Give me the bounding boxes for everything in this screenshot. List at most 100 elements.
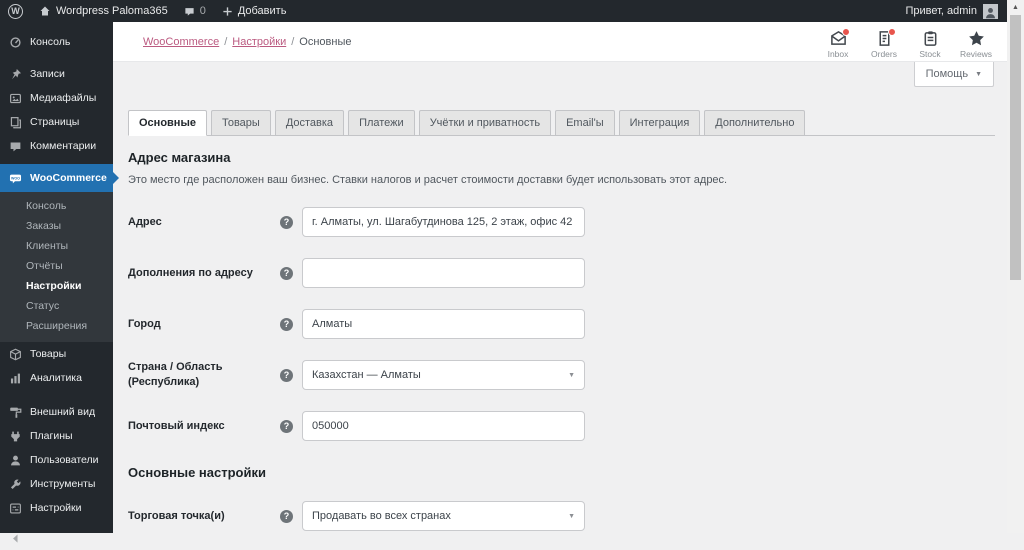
account-greeting[interactable]: Привет, admin: [905, 5, 977, 17]
selling-location-select[interactable]: Продавать во всех странах ▼: [302, 501, 585, 531]
plugin-icon: [9, 430, 22, 443]
comments-bubble-button[interactable]: 0: [176, 0, 214, 22]
sidebar-item-comments[interactable]: Комментарии: [0, 134, 113, 158]
sidebar-item-media[interactable]: Медиафайлы: [0, 86, 113, 110]
add-new-label: Добавить: [238, 5, 287, 17]
activity-orders-button[interactable]: Orders: [861, 24, 907, 59]
postcode-label: Почтовый индекс: [128, 419, 280, 434]
help-tip-icon[interactable]: ?: [280, 369, 293, 382]
activity-label: Reviews: [960, 49, 992, 59]
submenu-item-customers[interactable]: Клиенты: [0, 236, 113, 256]
country-label: Страна / Область (Республика): [128, 360, 280, 390]
help-button[interactable]: Помощь ▼: [914, 62, 994, 87]
admin-bar: W Wordpress Paloma365 0 Добавить Привет,…: [0, 0, 1007, 22]
pages-icon: [9, 116, 22, 129]
chevron-down-icon: ▼: [975, 71, 982, 78]
city-label: Город: [128, 317, 280, 332]
sidebar-item-tools[interactable]: Инструменты: [0, 472, 113, 496]
sidebar-item-label: Записи: [30, 68, 65, 80]
wordpress-menu-button[interactable]: W: [0, 0, 31, 22]
tab-emails[interactable]: Email'ы: [555, 110, 615, 136]
unread-dot: [888, 28, 896, 36]
pin-icon: [9, 68, 22, 81]
tab-accounts-privacy[interactable]: Учётки и приватность: [419, 110, 551, 136]
scrollbar-thumb[interactable]: [1010, 15, 1021, 280]
tab-advanced[interactable]: Дополнительно: [704, 110, 805, 136]
form-row-address-2: Дополнения по адресу ?: [128, 258, 995, 288]
help-tip-icon[interactable]: ?: [280, 267, 293, 280]
sidebar-item-dashboard[interactable]: Консоль: [0, 30, 113, 54]
tab-products[interactable]: Товары: [211, 110, 271, 136]
breadcrumb-separator: /: [224, 36, 227, 48]
home-icon: [39, 5, 51, 17]
sidebar-item-woocommerce[interactable]: WOO WooCommerce: [0, 164, 113, 192]
scrollbar-up-arrow[interactable]: ▲: [1007, 0, 1024, 15]
help-tip-icon[interactable]: ?: [280, 216, 293, 229]
postcode-input[interactable]: [302, 411, 585, 441]
sidebar-item-label: Товары: [30, 348, 66, 360]
activity-inbox-button[interactable]: Inbox: [815, 24, 861, 59]
comment-icon: [184, 6, 195, 17]
breadcrumb-settings-link[interactable]: Настройки: [232, 36, 286, 48]
bar-chart-icon: [9, 372, 22, 385]
activity-reviews-button[interactable]: Reviews: [953, 24, 999, 59]
form-row-country: Страна / Область (Республика) ? Казахста…: [128, 360, 995, 390]
wrench-icon: [9, 478, 22, 491]
site-name-link[interactable]: Wordpress Paloma365: [31, 0, 176, 22]
activity-label: Orders: [871, 49, 897, 59]
submenu-item-status[interactable]: Статус: [0, 296, 113, 316]
store-address-description: Это место где расположен ваш бизнес. Ста…: [128, 174, 995, 186]
submenu-item-settings[interactable]: Настройки: [0, 276, 113, 296]
country-select[interactable]: Казахстан — Алматы ▼: [302, 360, 585, 390]
sidebar-item-posts[interactable]: Записи: [0, 62, 113, 86]
sidebar-item-label: Консоль: [30, 36, 70, 48]
submenu-item-home[interactable]: Консоль: [0, 196, 113, 216]
avatar[interactable]: [983, 4, 998, 19]
sidebar-item-users[interactable]: Пользователи: [0, 448, 113, 472]
page-scrollbar[interactable]: ▲: [1007, 0, 1024, 533]
tab-general[interactable]: Основные: [128, 110, 207, 136]
main-content: WooCommerce / Настройки / Основные Inbox…: [113, 22, 1007, 533]
woocommerce-submenu: Консоль Заказы Клиенты Отчёты Настройки …: [0, 192, 113, 342]
submenu-item-extensions[interactable]: Расширения: [0, 316, 113, 336]
address-2-input[interactable]: [302, 258, 585, 288]
wc-admin-header: WooCommerce / Настройки / Основные Inbox…: [113, 22, 1007, 62]
user-icon: [9, 454, 22, 467]
sidebar-item-label: Аналитика: [30, 372, 82, 384]
sidebar-item-label: Плагины: [30, 430, 73, 442]
breadcrumb-separator: /: [291, 36, 294, 48]
store-address-heading: Адрес магазина: [128, 150, 995, 165]
help-tip-icon[interactable]: ?: [280, 318, 293, 331]
city-input[interactable]: [302, 309, 585, 339]
activity-panel: Inbox Orders Stock Reviews: [815, 24, 999, 59]
wordpress-logo-icon: W: [8, 4, 23, 19]
sidebar-item-label: Комментарии: [30, 140, 96, 152]
sidebar-item-products[interactable]: Товары: [0, 342, 113, 366]
tab-shipping[interactable]: Доставка: [275, 110, 344, 136]
sidebar-item-collapse-menu[interactable]: [0, 526, 113, 550]
tab-payments[interactable]: Платежи: [348, 110, 415, 136]
breadcrumb: WooCommerce / Настройки / Основные: [143, 36, 351, 48]
breadcrumb-woocommerce-link[interactable]: WooCommerce: [143, 36, 219, 48]
inbox-icon: [830, 30, 847, 47]
settings-tabs: Основные Товары Доставка Платежи Учётки …: [128, 110, 995, 136]
submenu-item-orders[interactable]: Заказы: [0, 216, 113, 236]
form-row-postcode: Почтовый индекс ?: [128, 411, 995, 441]
sidebar-item-pages[interactable]: Страницы: [0, 110, 113, 134]
tab-integration[interactable]: Интеграция: [619, 110, 701, 136]
address-2-label: Дополнения по адресу: [128, 266, 280, 281]
comments-icon: [9, 140, 22, 153]
form-row-selling-location: Торговая точка(и) ? Продавать во всех ст…: [128, 501, 995, 531]
sidebar-item-analytics[interactable]: Аналитика: [0, 366, 113, 390]
sidebar-item-appearance[interactable]: Внешний вид: [0, 400, 113, 424]
sidebar-item-settings[interactable]: Настройки: [0, 496, 113, 520]
activity-stock-button[interactable]: Stock: [907, 24, 953, 59]
help-tip-icon[interactable]: ?: [280, 510, 293, 523]
submenu-item-reports[interactable]: Отчёты: [0, 256, 113, 276]
address-input[interactable]: [302, 207, 585, 237]
help-label: Помощь: [926, 68, 969, 80]
help-tip-icon[interactable]: ?: [280, 420, 293, 433]
add-new-button[interactable]: Добавить: [214, 0, 295, 22]
sidebar-item-plugins[interactable]: Плагины: [0, 424, 113, 448]
brush-icon: [9, 406, 22, 419]
